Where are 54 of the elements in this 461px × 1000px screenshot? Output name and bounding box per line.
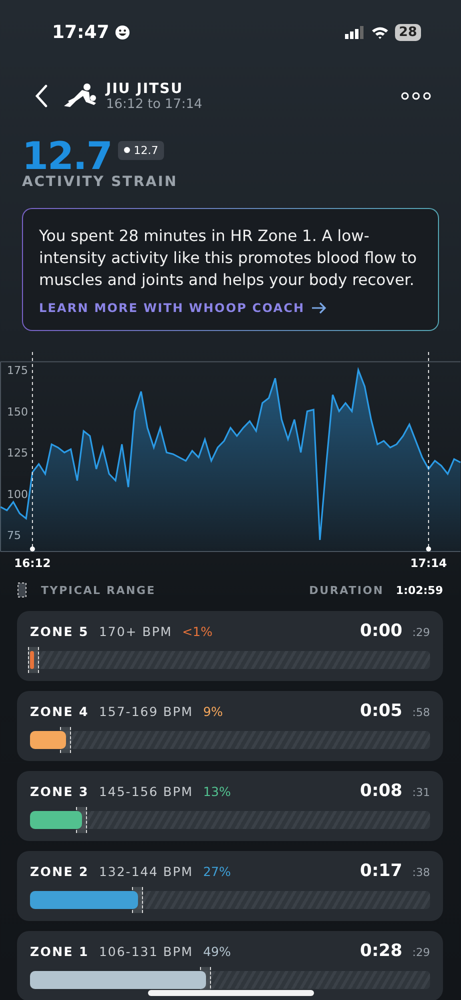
zone-percent: 9%: [203, 704, 223, 719]
zone-time: 0:28: [360, 941, 402, 961]
zone-seconds: :29: [412, 946, 430, 959]
zone-percent: 13%: [203, 784, 231, 799]
zone-bpm-range: 132-144 BPM: [98, 864, 194, 879]
typical-range-marker: [132, 887, 143, 913]
zone-name: ZONE 4: [30, 704, 89, 719]
y-tick-label: 150: [7, 405, 28, 418]
battery-indicator: 28: [394, 24, 421, 40]
strain-label: ACTIVITY STRAIN: [22, 174, 179, 190]
zone-seconds: :29: [412, 626, 430, 639]
duration-value: 1:02:59: [396, 584, 443, 596]
coach-message: You spent 28 minutes in HR Zone 1. A low-intensity activity like this promotes blood flow to muscles and joints and helps your body recover.: [39, 226, 418, 291]
zone-name: ZONE 3: [30, 784, 89, 799]
typical-range-icon: [17, 582, 27, 598]
zone-percent: <1%: [182, 624, 212, 639]
back-icon[interactable]: [34, 84, 48, 108]
activity-time-range: 16:12 to 17:14: [106, 96, 204, 112]
y-tick-label: 100: [7, 488, 28, 501]
zone-name: ZONE 5: [30, 624, 89, 639]
strain-badge: 12.7: [118, 140, 164, 160]
zone-bpm-range: 157-169 BPM: [98, 704, 194, 719]
duration-label: DURATION: [309, 584, 384, 596]
zone-percent: 49%: [203, 944, 231, 959]
activity-title: JIU JITSU: [106, 80, 184, 96]
zone-seconds: :38: [412, 866, 430, 879]
zone-seconds: :58: [412, 706, 430, 719]
y-tick-label: 75: [7, 529, 21, 542]
zone-time: 0:00: [360, 621, 402, 641]
y-tick-label: 125: [7, 446, 28, 460]
coach-link[interactable]: LEARN MORE WITH WHOOP COACH: [39, 301, 327, 315]
x-tick-label: 16:12: [14, 556, 51, 570]
zone-name: ZONE 1: [30, 944, 89, 959]
smiley-icon: [115, 24, 130, 40]
zone-bpm-range: 170+ BPM: [98, 624, 172, 639]
status-time: 17:47: [52, 22, 110, 42]
zone-name: ZONE 2: [30, 864, 89, 879]
typical-range-marker: [60, 727, 71, 753]
zone-bpm-range: 106-131 BPM: [98, 944, 194, 959]
zone-percent: 27%: [203, 864, 231, 879]
zone-time: 0:17: [360, 861, 402, 881]
signal-icon: [344, 26, 365, 38]
arrow-icon: [310, 302, 327, 314]
more-icon[interactable]: [401, 92, 431, 100]
x-tick-label: 17:14: [410, 556, 447, 570]
zone-seconds: :31: [412, 786, 430, 799]
y-tick-label: 175: [7, 364, 28, 377]
zone-bpm-range: 145-156 BPM: [98, 784, 194, 799]
zone-time: 0:08: [360, 781, 402, 801]
typical-range-marker: [76, 807, 87, 833]
zone-time: 0:05: [360, 701, 402, 721]
typical-range-marker: [28, 647, 39, 673]
wifi-icon: [370, 26, 389, 38]
typical-range-label: TYPICAL RANGE: [41, 584, 156, 596]
